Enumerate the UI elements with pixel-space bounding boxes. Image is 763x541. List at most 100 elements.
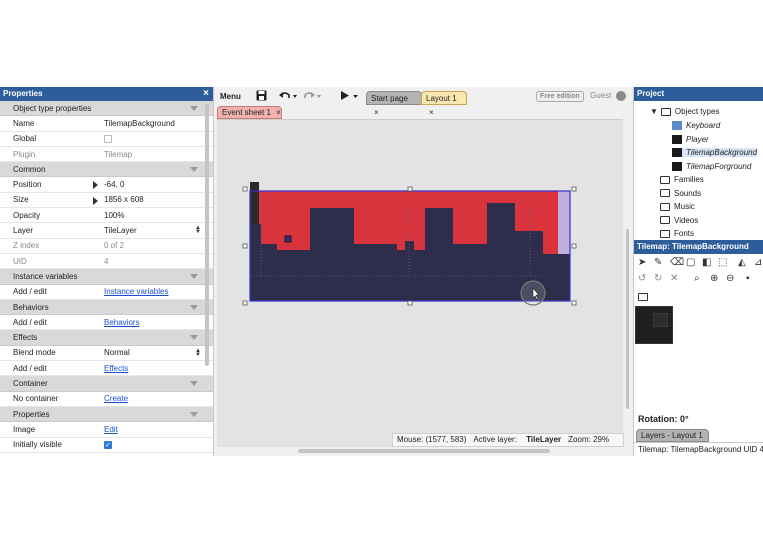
active-layer-value: TileLayer bbox=[526, 435, 562, 444]
resize-handle[interactable] bbox=[242, 300, 248, 306]
reset-icon[interactable]: ✕ bbox=[670, 273, 678, 284]
property-link[interactable]: Behaviors bbox=[104, 318, 140, 327]
layout-view[interactable] bbox=[217, 120, 623, 448]
edition-badge[interactable]: Free edition bbox=[536, 91, 584, 102]
collapse-icon[interactable] bbox=[190, 167, 198, 173]
menu-button[interactable]: Menu bbox=[220, 90, 241, 103]
property-link[interactable]: Effects bbox=[104, 364, 128, 373]
checkbox[interactable]: ✓ bbox=[104, 441, 112, 450]
canvas-horizontal-scrollbar[interactable] bbox=[298, 449, 550, 453]
tree-item-object[interactable]: Keyboard bbox=[672, 121, 721, 131]
collapse-icon[interactable] bbox=[190, 106, 198, 111]
dropdown-icon[interactable]: ▲ ▼ bbox=[195, 225, 201, 235]
expand-icon[interactable] bbox=[93, 196, 98, 205]
tab-start-page[interactable]: Start page × bbox=[366, 91, 422, 117]
tree-label: Keyboard bbox=[686, 121, 721, 130]
tree-label: Music bbox=[674, 202, 695, 211]
collapse-icon[interactable] bbox=[190, 335, 198, 341]
tab-layout-1[interactable]: Layout 1 × bbox=[421, 91, 467, 117]
section-header[interactable]: Properties bbox=[0, 406, 213, 423]
save-icon[interactable]: ▪ bbox=[746, 273, 750, 284]
tree-item-folder[interactable]: Families bbox=[660, 175, 704, 184]
zoom-icon[interactable]: ⌕ bbox=[694, 273, 700, 284]
mirror-icon[interactable]: ◭ bbox=[738, 257, 746, 268]
section-title: Effects bbox=[13, 333, 38, 343]
resize-handle[interactable] bbox=[571, 243, 577, 249]
layout-canvas[interactable] bbox=[217, 119, 623, 447]
collapse-icon[interactable] bbox=[190, 274, 198, 280]
property-value[interactable]: TilemapBackground bbox=[102, 119, 213, 128]
redo-icon[interactable] bbox=[302, 90, 322, 103]
collapse-icon[interactable] bbox=[190, 381, 198, 387]
resize-handle[interactable] bbox=[571, 300, 577, 306]
tab-event-sheet-1[interactable]: Event sheet 1 × bbox=[217, 106, 282, 119]
pointer-icon[interactable]: ➤ bbox=[638, 257, 646, 268]
collapse-icon[interactable] bbox=[190, 411, 198, 417]
property-key: Plugin bbox=[13, 149, 36, 159]
pencil-icon[interactable]: ✎ bbox=[654, 257, 662, 268]
tree-item-folder[interactable]: Fonts bbox=[660, 229, 694, 238]
flip-icon[interactable]: ⊿ bbox=[754, 257, 762, 268]
folder-icon bbox=[660, 202, 670, 211]
collapse-icon[interactable]: ▼ bbox=[650, 107, 658, 116]
scrollbar-thumb[interactable] bbox=[626, 229, 629, 409]
resize-handle[interactable] bbox=[407, 186, 413, 192]
property-row: Z index 0 of 2 bbox=[0, 239, 213, 254]
tree-item-object-types[interactable]: ▼ Object types bbox=[650, 107, 719, 116]
tree-item-object[interactable]: TilemapForground bbox=[672, 162, 751, 171]
zoom-level: Zoom: 29% bbox=[568, 435, 610, 444]
expand-icon[interactable] bbox=[93, 181, 98, 190]
tree-item-folder[interactable]: Videos bbox=[660, 216, 698, 225]
user-icon[interactable] bbox=[616, 91, 626, 101]
property-link[interactable]: Edit bbox=[104, 425, 118, 434]
checkbox[interactable] bbox=[104, 135, 112, 144]
tree-label: Videos bbox=[674, 215, 699, 225]
fill-bucket-icon[interactable]: ◧ bbox=[702, 257, 711, 268]
section-header[interactable]: Container bbox=[0, 376, 213, 392]
properties-scrollbar[interactable] bbox=[205, 104, 209, 366]
section-header[interactable]: Instance variables bbox=[0, 269, 213, 285]
section-header[interactable]: Behaviors bbox=[0, 299, 213, 316]
status-bar: Mouse: (1577, 583) Active layer: TileLay… bbox=[392, 433, 624, 447]
tree-item-object[interactable]: TilemapBackground bbox=[672, 148, 758, 158]
user-name[interactable]: Guest bbox=[590, 91, 611, 100]
resize-handle[interactable] bbox=[571, 186, 577, 192]
property-link[interactable]: Instance variables bbox=[104, 287, 168, 296]
tile-highlight[interactable] bbox=[653, 313, 668, 327]
rotate-right-icon[interactable]: ↻ bbox=[654, 273, 662, 284]
section-title: Common bbox=[13, 164, 46, 174]
close-icon[interactable]: × bbox=[276, 108, 281, 117]
folder-icon[interactable] bbox=[638, 293, 648, 301]
section-header[interactable]: Common bbox=[0, 162, 213, 178]
property-key: Initially visible bbox=[13, 440, 62, 450]
close-icon[interactable]: × bbox=[203, 87, 209, 101]
rectangle-icon[interactable]: ▢ bbox=[686, 257, 695, 268]
player-sprite[interactable] bbox=[284, 235, 292, 243]
zoom-in-icon[interactable]: ⊕ bbox=[710, 273, 718, 284]
property-value[interactable]: -64, 0 bbox=[102, 180, 213, 189]
resize-handle[interactable] bbox=[407, 300, 413, 306]
eraser-icon[interactable]: ⌫ bbox=[670, 257, 684, 268]
main-toolbar: Menu Start page × Layout 1 × Free editio… bbox=[216, 87, 632, 117]
canvas-vertical-scrollbar[interactable] bbox=[624, 119, 631, 447]
zoom-out-icon[interactable]: ⊖ bbox=[726, 273, 734, 284]
resize-handle[interactable] bbox=[242, 186, 248, 192]
property-value[interactable]: 1856 x 608 bbox=[102, 195, 213, 204]
undo-icon[interactable] bbox=[278, 90, 298, 103]
save-icon[interactable] bbox=[256, 90, 267, 103]
play-icon[interactable] bbox=[340, 90, 360, 103]
dropdown-icon[interactable]: ▲ ▼ bbox=[195, 348, 201, 358]
tree-item-object[interactable]: Player bbox=[672, 135, 709, 144]
section-header[interactable]: Object type properties bbox=[0, 101, 213, 117]
property-value[interactable]: 100% bbox=[102, 211, 213, 220]
tileset-preview[interactable] bbox=[635, 306, 673, 344]
collapse-icon[interactable] bbox=[190, 304, 198, 310]
tab-layers[interactable]: Layers - Layout 1 bbox=[636, 429, 709, 442]
selection-icon[interactable]: ⬚ bbox=[718, 257, 727, 268]
tree-item-folder[interactable]: Music bbox=[660, 202, 695, 211]
tree-item-folder[interactable]: Sounds bbox=[660, 189, 701, 198]
resize-handle[interactable] bbox=[242, 243, 248, 249]
property-link[interactable]: Create bbox=[104, 394, 128, 403]
rotate-left-icon[interactable]: ↺ bbox=[638, 273, 646, 284]
section-header[interactable]: Effects bbox=[0, 330, 213, 346]
